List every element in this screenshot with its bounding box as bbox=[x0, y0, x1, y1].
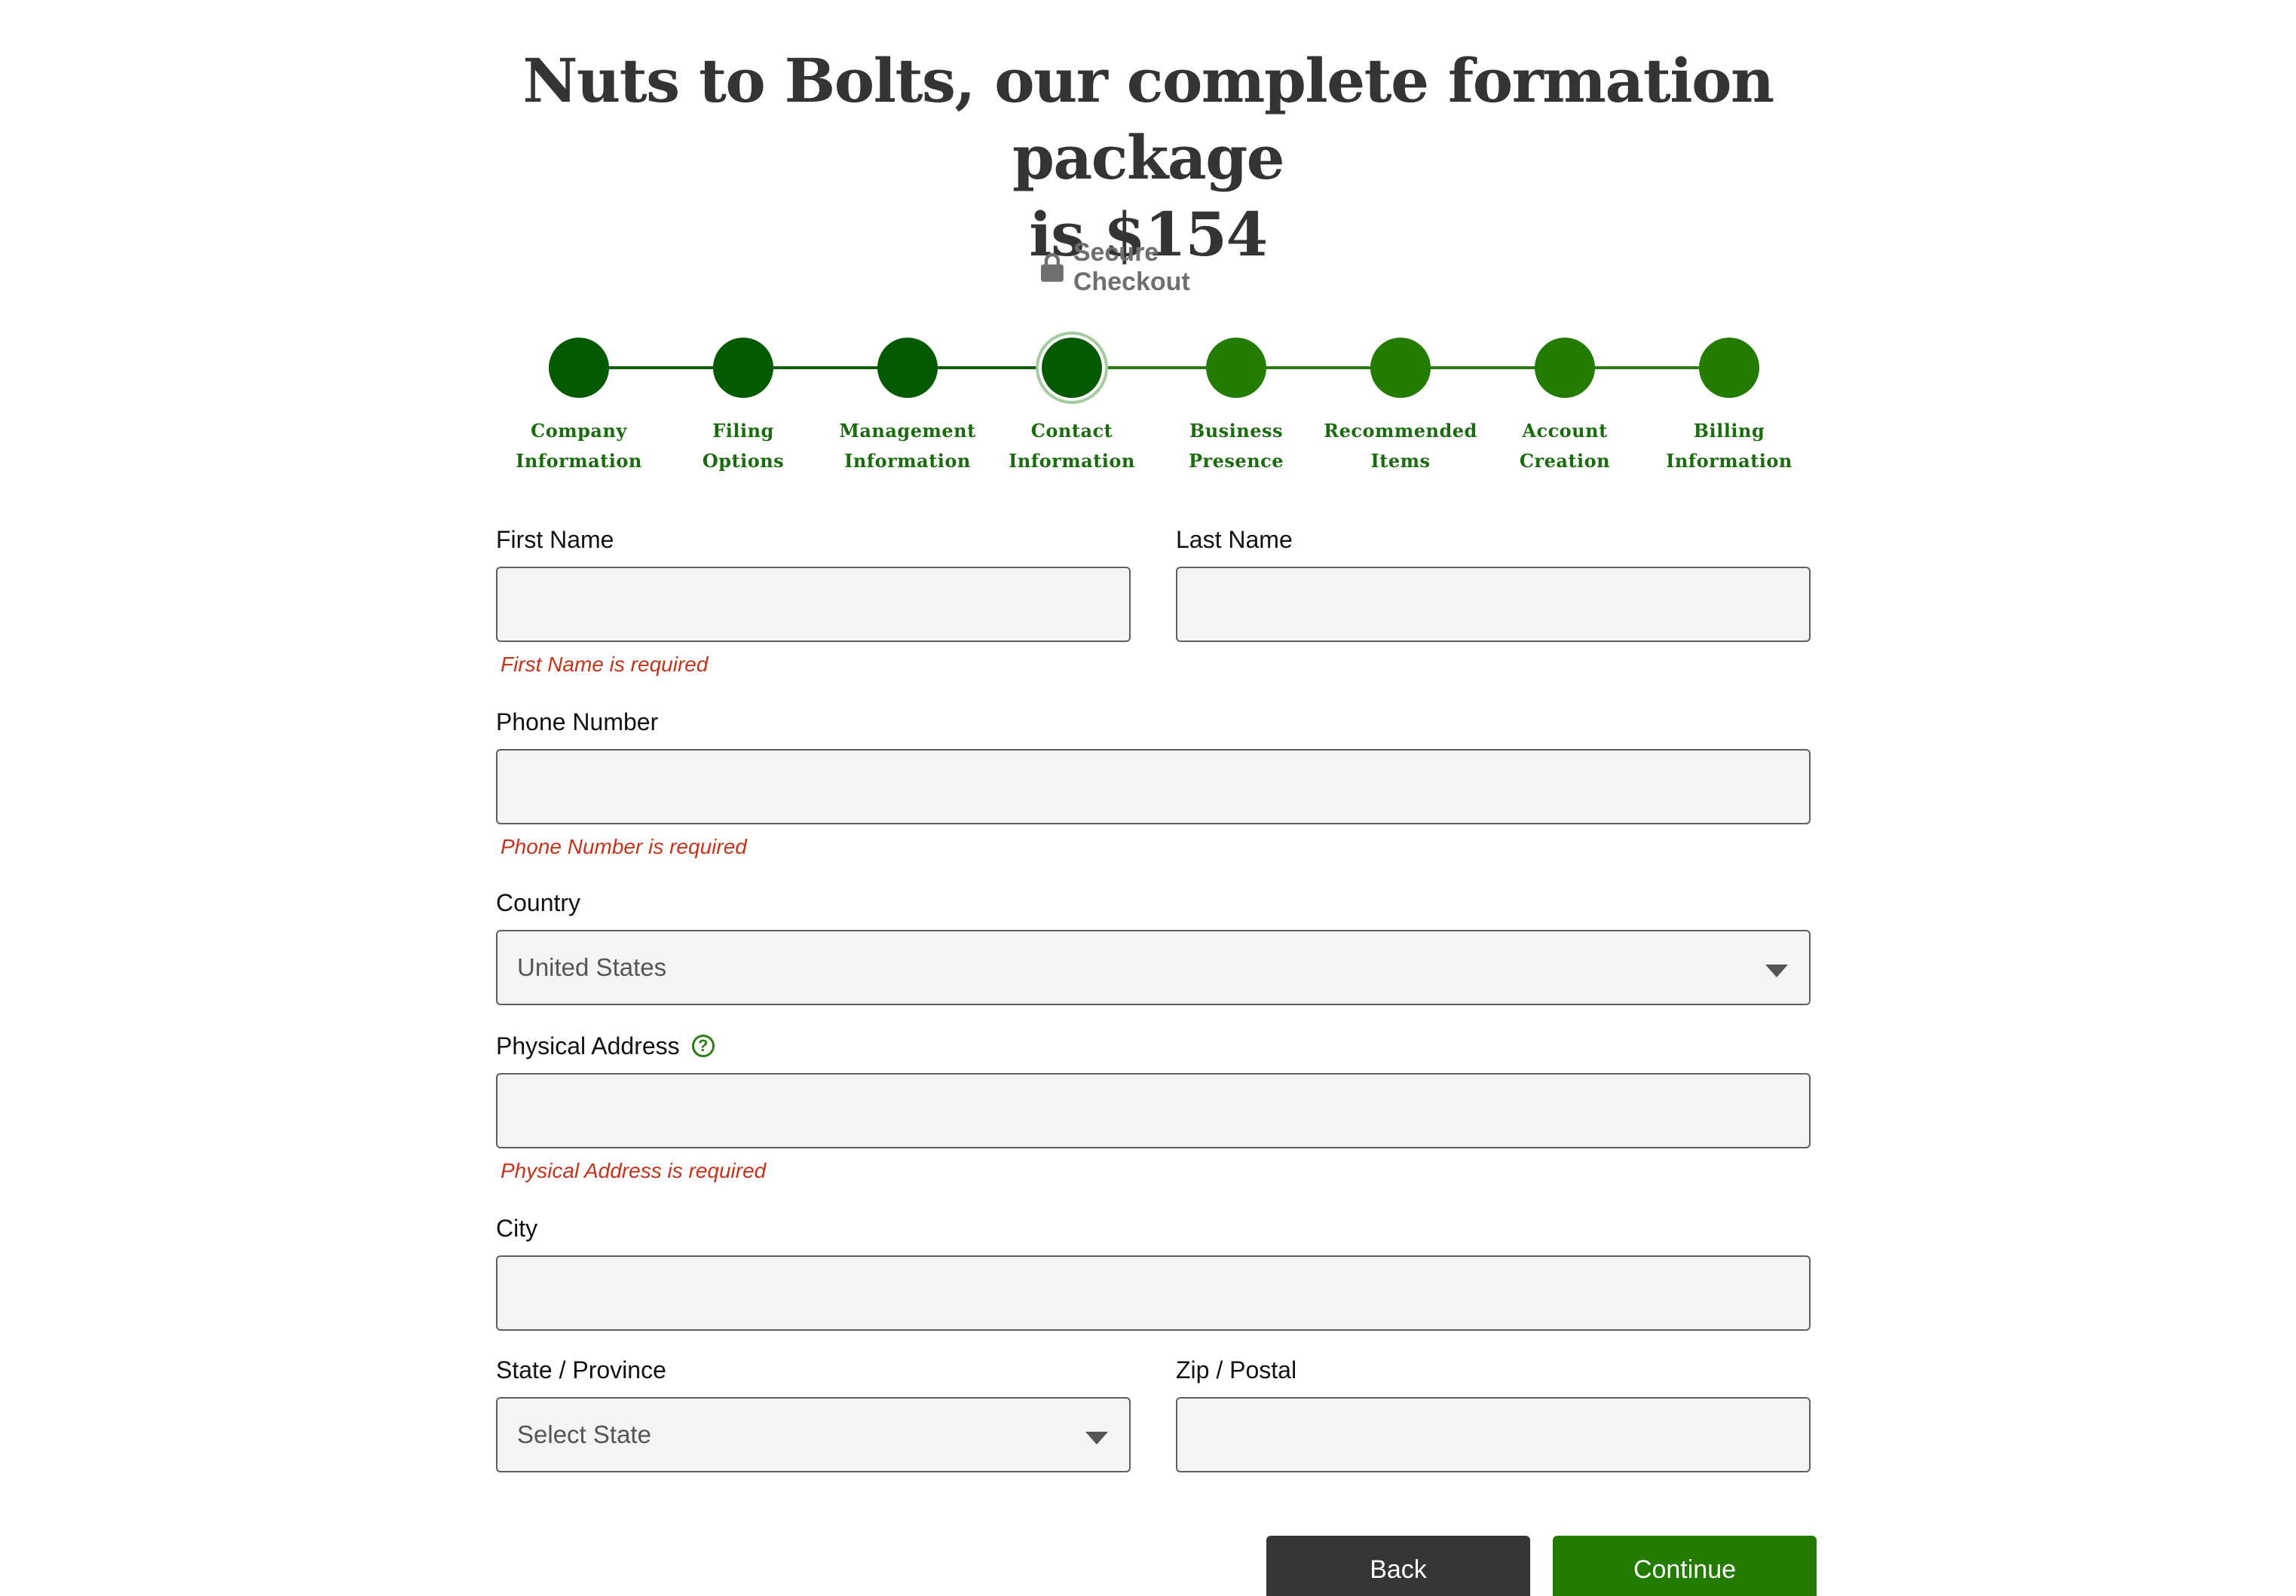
step-label: Business Presence bbox=[1188, 420, 1284, 472]
step-label: Filing Options bbox=[702, 420, 785, 472]
progress-stepper: Company Information Filing Options Managem… bbox=[490, 332, 1806, 482]
physical-address-group: Physical Address? Physical Address is re… bbox=[496, 1029, 1811, 1188]
step-label: Account Creation bbox=[1519, 420, 1611, 472]
country-group: Country United States bbox=[496, 886, 1811, 1007]
zip-label: Zip / Postal bbox=[1176, 1356, 1297, 1384]
back-button[interactable]: Back bbox=[1266, 1536, 1530, 1596]
help-icon[interactable]: ? bbox=[691, 1034, 715, 1057]
step-account-creation: Account Creation bbox=[1474, 332, 1655, 476]
step-dot bbox=[1535, 338, 1595, 398]
step-company-information[interactable]: Company Information bbox=[488, 332, 669, 476]
secure-checkout-badge: Secure Checkout bbox=[1040, 238, 1281, 296]
zip-group: Zip / Postal bbox=[1176, 1353, 1811, 1474]
step-dot bbox=[877, 338, 938, 398]
chevron-down-icon bbox=[1085, 1432, 1108, 1445]
secure-checkout-label: Secure Checkout bbox=[1073, 238, 1190, 296]
first-name-label: First Name bbox=[496, 526, 614, 553]
step-label: Contact Information bbox=[1009, 420, 1135, 472]
page-title-line-1: Nuts to Bolts, our complete formation pa… bbox=[522, 45, 1774, 193]
physical-address-label-row: Physical Address? bbox=[496, 1029, 1811, 1062]
checkout-page: Nuts to Bolts, our complete formation pa… bbox=[0, 0, 2296, 1596]
step-contact-information[interactable]: Contact Information bbox=[981, 332, 1162, 476]
step-business-presence: Business Presence bbox=[1146, 332, 1327, 476]
country-select[interactable]: United States bbox=[496, 930, 1811, 1005]
phone-number-label: Phone Number bbox=[496, 708, 659, 735]
step-dot bbox=[1699, 338, 1759, 398]
chevron-down-icon bbox=[1765, 965, 1788, 977]
zip-input[interactable] bbox=[1176, 1397, 1811, 1472]
step-label: Management Information bbox=[839, 420, 976, 472]
step-dot bbox=[1206, 338, 1266, 398]
step-label: Billing Information bbox=[1666, 420, 1792, 472]
physical-address-input[interactable] bbox=[496, 1073, 1811, 1148]
step-billing-information: Billing Information bbox=[1639, 332, 1820, 476]
city-label: City bbox=[496, 1215, 538, 1242]
step-label: Company Information bbox=[516, 420, 642, 472]
first-name-input[interactable] bbox=[496, 567, 1131, 642]
step-filing-options[interactable]: Filing Options bbox=[653, 332, 834, 476]
physical-address-error: Physical Address is required bbox=[501, 1159, 767, 1182]
continue-button[interactable]: Continue bbox=[1553, 1536, 1817, 1596]
country-selected-value: United States bbox=[517, 953, 667, 981]
state-select[interactable]: Select State bbox=[496, 1397, 1131, 1472]
last-name-group: Last Name bbox=[1176, 523, 1811, 644]
city-input[interactable] bbox=[496, 1255, 1811, 1331]
step-recommended-items: Recommended Items bbox=[1310, 332, 1491, 476]
step-dot bbox=[1042, 338, 1102, 398]
first-name-group: First Name First Name is required bbox=[496, 523, 1131, 681]
step-dot bbox=[549, 338, 609, 398]
city-group: City bbox=[496, 1212, 1811, 1332]
last-name-label: Last Name bbox=[1176, 526, 1293, 553]
step-dot bbox=[1370, 338, 1431, 398]
step-dot bbox=[713, 338, 773, 398]
phone-number-group: Phone Number Phone Number is required bbox=[496, 705, 1811, 864]
step-label: Recommended Items bbox=[1324, 420, 1477, 472]
state-placeholder: Select State bbox=[517, 1420, 651, 1448]
phone-number-input[interactable] bbox=[496, 749, 1811, 824]
step-management-information[interactable]: Management Information bbox=[817, 332, 998, 476]
state-label: State / Province bbox=[496, 1356, 666, 1384]
phone-number-error: Phone Number is required bbox=[501, 835, 747, 858]
physical-address-label: Physical Address bbox=[496, 1032, 680, 1059]
state-group: State / Province Select State bbox=[496, 1353, 1131, 1474]
lock-icon bbox=[1040, 252, 1064, 282]
last-name-input[interactable] bbox=[1176, 567, 1811, 642]
first-name-error: First Name is required bbox=[501, 653, 709, 676]
country-label: Country bbox=[496, 889, 581, 916]
